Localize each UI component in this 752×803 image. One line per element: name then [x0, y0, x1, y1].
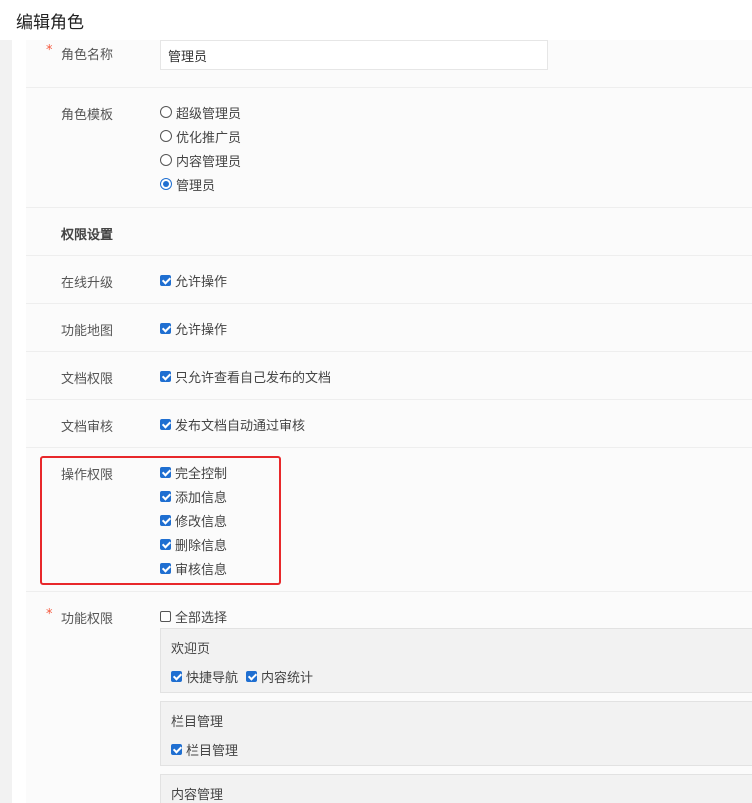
- doc-permission-row: 文档权限 只允许查看自己发布的文档: [26, 352, 752, 400]
- quick-nav-checkbox[interactable]: 快捷导航: [171, 667, 238, 686]
- content-stats-checkbox[interactable]: 内容统计: [246, 667, 313, 686]
- checkbox-checked-icon[interactable]: [171, 744, 182, 755]
- group-title: 欢迎页: [171, 642, 211, 657]
- doc-review-label: 文档审核: [61, 420, 114, 435]
- page-title: 编辑角色: [16, 13, 84, 33]
- template-option-super-admin[interactable]: 超级管理员: [160, 104, 241, 122]
- required-mark: *: [46, 43, 53, 58]
- template-option-content-admin[interactable]: 内容管理员: [160, 152, 241, 170]
- group-title: 内容管理: [171, 788, 224, 803]
- doc-permission-checkbox[interactable]: 只允许查看自己发布的文档: [160, 368, 331, 386]
- role-template-label: 角色模板: [61, 108, 114, 123]
- site-map-checkbox[interactable]: 允许操作: [160, 320, 227, 338]
- select-all-checkbox[interactable]: 全部选择: [160, 608, 227, 626]
- permission-group-content: 内容管理: [160, 774, 752, 803]
- doc-review-checkbox[interactable]: 发布文档自动通过审核: [160, 416, 305, 434]
- operation-permission-highlight: [40, 456, 281, 585]
- required-mark: *: [46, 607, 53, 622]
- checkbox-checked-icon[interactable]: [160, 322, 171, 334]
- permission-group-welcome: 欢迎页 快捷导航 内容统计: [160, 628, 752, 693]
- left-spacer: [12, 40, 26, 803]
- doc-permission-label: 文档权限: [61, 372, 114, 387]
- permission-section-title: 权限设置: [61, 228, 114, 243]
- group-items: 快捷导航 内容统计: [171, 667, 321, 686]
- permission-section-row: 权限设置: [26, 208, 752, 256]
- template-option-admin[interactable]: 管理员: [160, 176, 215, 194]
- checkbox-unchecked-icon[interactable]: [160, 610, 171, 622]
- permission-group-column: 栏目管理 栏目管理: [160, 701, 752, 766]
- radio-icon[interactable]: [160, 130, 172, 142]
- checkbox-checked-icon[interactable]: [246, 671, 258, 682]
- doc-review-row: 文档审核 发布文档自动通过审核: [26, 400, 752, 448]
- radio-selected-icon[interactable]: [160, 178, 172, 190]
- site-map-row: 功能地图 允许操作: [26, 304, 752, 352]
- radio-icon[interactable]: [160, 154, 172, 166]
- left-gutter: [0, 40, 12, 803]
- checkbox-checked-icon[interactable]: [160, 274, 171, 286]
- function-permission-row: * 功能权限 全部选择 欢迎页 快捷导航 内容统计 栏目管理 栏目管理 内容管理: [26, 592, 752, 803]
- radio-icon[interactable]: [160, 106, 172, 118]
- title-bar: 编辑角色: [0, 0, 752, 40]
- group-title: 栏目管理: [171, 715, 224, 730]
- role-name-row: * 角色名称: [26, 40, 752, 88]
- role-name-label: 角色名称: [61, 48, 114, 63]
- online-upgrade-checkbox[interactable]: 允许操作: [160, 272, 227, 290]
- group-items: 栏目管理: [171, 740, 246, 759]
- role-edit-form: * 角色名称 角色模板 超级管理员 优化推广员 内容管理员 管理员 权限设置 在…: [26, 40, 752, 803]
- site-map-label: 功能地图: [61, 324, 114, 339]
- checkbox-checked-icon[interactable]: [160, 418, 171, 430]
- function-permission-label: 功能权限: [61, 612, 114, 627]
- column-manage-checkbox[interactable]: 栏目管理: [171, 740, 238, 759]
- template-option-seo-promoter[interactable]: 优化推广员: [160, 128, 241, 146]
- online-upgrade-row: 在线升级 允许操作: [26, 256, 752, 304]
- role-name-input[interactable]: [160, 40, 548, 70]
- online-upgrade-label: 在线升级: [61, 276, 114, 291]
- role-template-row: 角色模板 超级管理员 优化推广员 内容管理员 管理员: [26, 88, 752, 208]
- checkbox-checked-icon[interactable]: [171, 671, 182, 682]
- checkbox-checked-icon[interactable]: [160, 370, 171, 382]
